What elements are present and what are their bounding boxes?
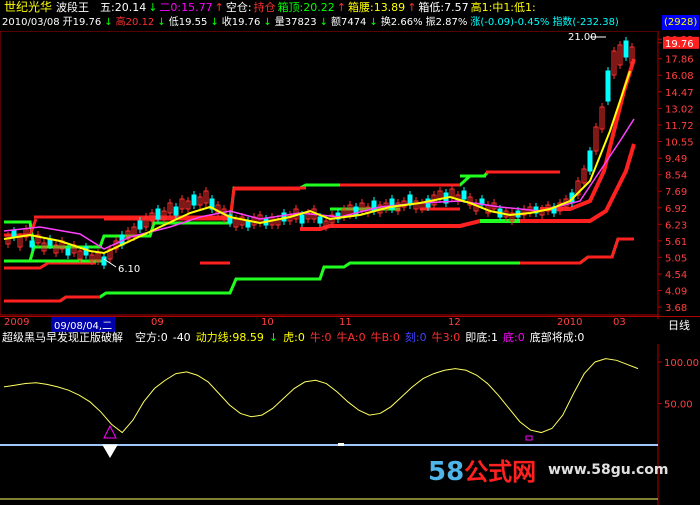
power-line-path bbox=[3, 358, 639, 434]
osc-tick-label: 100.00 bbox=[664, 358, 699, 369]
time-axis: 2009 09/08/04,二 09 10 11 12 2010 03 日线 bbox=[0, 316, 700, 332]
candle-body bbox=[605, 70, 611, 102]
time-label: 12 bbox=[448, 317, 461, 328]
time-label: 03 bbox=[613, 317, 626, 328]
candle-body bbox=[299, 214, 305, 224]
header-param-item: 箱腰:13.89 bbox=[347, 1, 406, 14]
watermark: 58公式网 bbox=[428, 452, 536, 487]
quote-item: 量37823 bbox=[274, 17, 317, 28]
price-tick-label: 19.76 bbox=[665, 39, 694, 50]
quote-item: 收19.76 bbox=[221, 17, 261, 28]
quote-item: 振2.87% bbox=[425, 17, 468, 28]
moving-averages bbox=[3, 70, 635, 255]
quote-item: ↓ bbox=[263, 17, 272, 28]
power-line bbox=[3, 358, 639, 434]
quote-item: 指数(-232.38) bbox=[552, 17, 619, 28]
indicator-name[interactable]: 波段王 bbox=[56, 0, 89, 15]
price-tick-label: 10.55 bbox=[665, 137, 694, 148]
quote-item: 涨(-0.09)-0.45% bbox=[470, 17, 550, 28]
header-param-item: 持仓 bbox=[253, 1, 276, 14]
price-tick-label: 14.47 bbox=[665, 88, 694, 99]
quote-item: 换2.66% bbox=[380, 17, 423, 28]
price-tick-label: 8.54 bbox=[665, 171, 687, 182]
candle-body bbox=[245, 220, 251, 228]
price-tick-label: 6.92 bbox=[665, 204, 687, 215]
price-tick-label: 13.02 bbox=[665, 104, 694, 115]
price-tick-label: 3.68 bbox=[665, 303, 687, 314]
header-param-item: ↑ bbox=[214, 1, 224, 14]
header-param-item: 二0:15.77 bbox=[159, 1, 213, 14]
candle-body bbox=[623, 40, 629, 58]
quote-item: ↓ bbox=[369, 17, 378, 28]
header-param-item: 空仓: bbox=[225, 1, 252, 14]
candle-body bbox=[137, 220, 143, 230]
watermark-url: www.58gu.com bbox=[548, 462, 669, 478]
time-label: 09 bbox=[151, 317, 164, 328]
quote-values: 2010/03/08 开19.76 ↓ 高20.12 ↓ 低19.55 ↓ 收19.76 ↓ 量3… bbox=[2, 15, 622, 30]
index-box: (2928) bbox=[662, 15, 700, 30]
oscillator-chart[interactable]: 100.00 50.00 bbox=[0, 330, 700, 505]
candle-body bbox=[173, 206, 179, 216]
time-label: 2010 bbox=[557, 317, 583, 328]
osc-tick-label: 50.00 bbox=[664, 399, 693, 410]
price-tick-label: 16.08 bbox=[665, 71, 694, 82]
header-param-item: 箱低:7.57 bbox=[418, 1, 469, 14]
header-param-item: 高1:中1:低1: bbox=[470, 1, 536, 14]
quote-item: ↓ bbox=[319, 17, 328, 28]
oscillator-axis: 100.00 50.00 bbox=[658, 358, 699, 410]
candle-body bbox=[11, 230, 17, 238]
candle-body bbox=[101, 256, 107, 266]
candle-body bbox=[317, 216, 323, 224]
header-param-item: 箱顶:20.22 bbox=[277, 1, 335, 14]
price-tick-label: 4.09 bbox=[665, 287, 687, 298]
quote-item: 额7474 bbox=[330, 17, 367, 28]
price-tick-label: 7.69 bbox=[665, 187, 687, 198]
time-label: 2009 bbox=[4, 317, 30, 328]
quote-item: 低19.55 bbox=[168, 17, 208, 28]
high-marker-label: 21.00 bbox=[568, 32, 597, 43]
low-marker: 6.10 bbox=[103, 258, 140, 275]
candle-body bbox=[191, 194, 197, 206]
price-tick-label: 5.61 bbox=[665, 237, 687, 248]
quote-item: 2010/03/08 bbox=[2, 17, 60, 28]
indicator-params: 五:20.14 ↓ 二0:15.77 ↑ 空仓: 持仓 箱顶:20.22 ↑ 箱腰:13.89 ↑… bbox=[100, 0, 538, 15]
watermark-logo-num: 58 bbox=[428, 457, 465, 487]
price-tick-label: 9.49 bbox=[665, 154, 687, 165]
quote-item: ↓ bbox=[104, 17, 113, 28]
price-axis: 20.2219.7617.8616.0814.4713.0211.7210.55… bbox=[658, 35, 699, 314]
band-line bbox=[4, 295, 90, 303]
ma-line bbox=[3, 70, 631, 255]
header-param-item: ↑ bbox=[336, 1, 346, 14]
candlesticks bbox=[5, 37, 635, 269]
title-bar: 世纪光华 波段王 五:20.14 ↓ 二0:15.77 ↑ 空仓: 持仓 箱顶:20.22 ↑… bbox=[0, 0, 700, 15]
band-line bbox=[520, 237, 634, 265]
candle-body bbox=[587, 150, 593, 172]
price-tick-label: 5.05 bbox=[665, 253, 687, 264]
price-tick-label: 17.86 bbox=[665, 55, 694, 66]
price-tick-label: 11.72 bbox=[665, 121, 694, 132]
candle-body bbox=[65, 248, 71, 256]
price-tick-label: 4.54 bbox=[665, 270, 687, 281]
candle-body bbox=[155, 208, 161, 220]
quote-item: ↓ bbox=[157, 17, 166, 28]
quote-item: ↓ bbox=[210, 17, 219, 28]
low-marker-label: 6.10 bbox=[118, 264, 140, 275]
header-param-item: ↓ bbox=[148, 1, 158, 14]
header-param-item: 五:20.14 bbox=[100, 1, 147, 14]
stock-name[interactable]: 世纪光华 bbox=[4, 0, 52, 15]
time-label: 10 bbox=[261, 317, 274, 328]
candle-body bbox=[29, 240, 35, 248]
price-tick-label: 6.23 bbox=[665, 220, 687, 231]
quote-item: 开19.76 bbox=[62, 17, 102, 28]
candle-body bbox=[461, 190, 467, 200]
band-line bbox=[4, 261, 96, 270]
header-param-item: ↑ bbox=[407, 1, 417, 14]
time-label: 11 bbox=[339, 317, 352, 328]
watermark-logo-text: 公式网 bbox=[464, 458, 537, 486]
high-marker: 21.00 bbox=[568, 32, 606, 43]
price-chart[interactable]: 20.2219.7617.8616.0814.4713.0211.7210.55… bbox=[0, 31, 700, 319]
quote-item: 高20.12 bbox=[115, 17, 155, 28]
quote-bar: 2010/03/08 开19.76 ↓ 高20.12 ↓ 低19.55 ↓ 收19.76 ↓ 量3… bbox=[0, 15, 700, 30]
